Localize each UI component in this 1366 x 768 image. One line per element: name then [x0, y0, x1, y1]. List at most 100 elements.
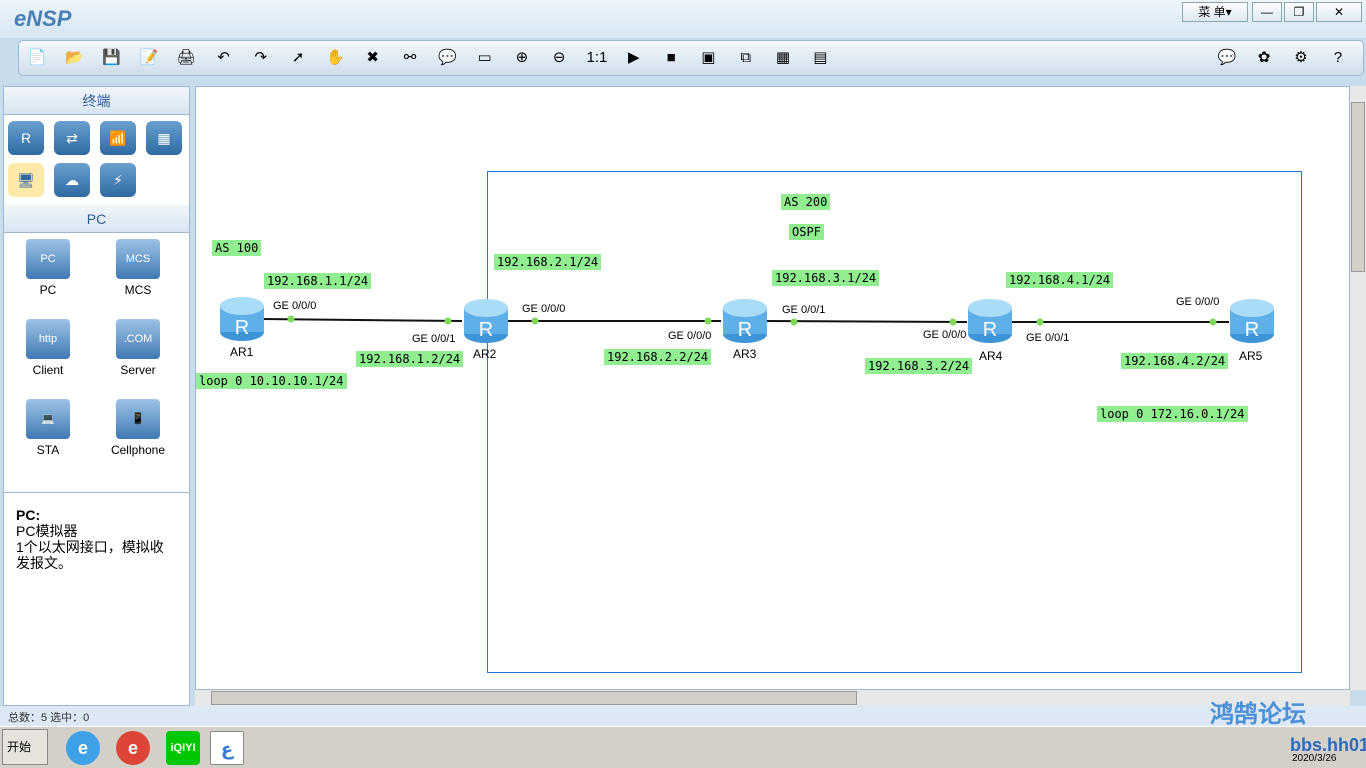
- device-label: STA: [36, 443, 60, 457]
- annotation-label[interactable]: loop 0 172.16.0.1/24: [1097, 406, 1248, 422]
- settings-gear-icon[interactable]: ⚙: [1291, 48, 1311, 68]
- port-label: GE 0/0/0: [1176, 296, 1220, 308]
- device-pc[interactable]: PC PC: [8, 239, 88, 297]
- delete-link-icon[interactable]: ⚯: [400, 48, 420, 68]
- topology-canvas[interactable]: R AR1 R AR2 R AR3 R AR4 R AR5 AS 100 192.168.1.1/24…: [195, 86, 1350, 690]
- device-server[interactable]: .COM Server: [98, 319, 178, 377]
- router-ar5[interactable]: R: [1229, 298, 1275, 344]
- title-bar: eNSP 菜 单▾ — ❐ ✕: [0, 0, 1366, 38]
- annotation-label[interactable]: 192.168.1.1/24: [264, 273, 372, 289]
- router-label: AR3: [733, 347, 757, 361]
- annotation-label[interactable]: 192.168.2.2/24: [604, 349, 712, 365]
- switch-category-icon[interactable]: ⇄: [54, 121, 90, 155]
- taskbar: 开始 e e iQIYI ع bbs.hh010.com 2020/3/26: [0, 726, 1366, 768]
- annotation-label[interactable]: loop 0 10.10.10.1/24: [196, 373, 347, 389]
- svg-text:R: R: [1245, 319, 1259, 341]
- port-label: GE 0/0/1: [412, 333, 456, 345]
- topology-icon[interactable]: ⧉: [736, 48, 756, 68]
- delete-icon[interactable]: ✖: [363, 48, 383, 68]
- ensp-taskbar-icon[interactable]: ع: [210, 731, 244, 765]
- router-ar3[interactable]: R: [722, 298, 768, 344]
- open-icon[interactable]: 📂: [64, 48, 84, 68]
- watermark-logo: 鸿鹄论坛: [1210, 701, 1306, 728]
- port-dot: [1209, 318, 1217, 326]
- zoom-out-icon[interactable]: ⊖: [549, 48, 569, 68]
- vertical-scrollbar[interactable]: [1350, 86, 1366, 690]
- annotation-label[interactable]: AS 200: [781, 194, 831, 210]
- help-icon[interactable]: ?: [1328, 48, 1348, 68]
- text-note-icon[interactable]: 💬: [437, 48, 457, 68]
- port-dot: [531, 317, 539, 325]
- annotation-label[interactable]: 192.168.2.1/24: [494, 254, 602, 270]
- capture-icon[interactable]: ▣: [698, 48, 718, 68]
- chat-icon[interactable]: 💬: [1217, 48, 1237, 68]
- status-bar: 总数：5 选中：0: [0, 706, 1366, 726]
- annotation-label[interactable]: OSPF: [789, 224, 824, 240]
- port-label: GE 0/0/0: [522, 303, 566, 315]
- chrome-icon[interactable]: e: [116, 731, 150, 765]
- router-category-icon[interactable]: R: [8, 121, 44, 155]
- firewall-category-icon[interactable]: ▦: [146, 121, 182, 155]
- port-dot: [287, 315, 295, 323]
- links-layer: [261, 171, 1302, 673]
- horizontal-scrollbar[interactable]: [195, 690, 1350, 706]
- device-icon: 📱: [116, 399, 160, 439]
- start-button[interactable]: 开始: [2, 729, 48, 765]
- device-icon: http: [26, 319, 70, 359]
- app-logo: eNSP: [14, 6, 72, 31]
- router-ar1[interactable]: R: [219, 296, 265, 342]
- menu-button[interactable]: 菜 单▾: [1182, 2, 1248, 22]
- save-as-icon[interactable]: 📝: [139, 48, 159, 68]
- link-category-icon[interactable]: ⚡: [100, 163, 136, 197]
- device-label: Server: [120, 363, 156, 377]
- new-topology-icon[interactable]: 📄: [27, 48, 47, 68]
- cloud-category-icon[interactable]: ☁: [54, 163, 90, 197]
- rectangle-icon[interactable]: ▭: [475, 48, 495, 68]
- device-icon: 💻: [26, 399, 70, 439]
- select-pointer-icon[interactable]: ➚: [288, 48, 308, 68]
- router-label: AR5: [1239, 349, 1263, 363]
- grid-icon[interactable]: ▦: [773, 48, 793, 68]
- annotation-label[interactable]: 192.168.3.2/24: [865, 358, 973, 374]
- as200-area-rect[interactable]: [487, 171, 1302, 673]
- device-icon: MCS: [116, 239, 160, 279]
- minimize-button[interactable]: —: [1252, 2, 1282, 22]
- undo-icon[interactable]: ↶: [214, 48, 234, 68]
- device-mcs[interactable]: MCS MCS: [98, 239, 178, 297]
- iqiyi-icon[interactable]: iQIYI: [166, 731, 200, 765]
- device-label: Cellphone: [110, 443, 166, 457]
- print-icon[interactable]: 🖨: [176, 48, 196, 68]
- terminal-category-icon[interactable]: 🖥: [8, 163, 44, 197]
- restore-button[interactable]: ❐: [1284, 2, 1314, 22]
- screenshot-icon[interactable]: ▤: [810, 48, 830, 68]
- router-label: AR4: [979, 349, 1003, 363]
- stop-device-icon[interactable]: ■: [661, 48, 681, 68]
- device-icon: PC: [26, 239, 70, 279]
- annotation-label[interactable]: 192.168.4.1/24: [1006, 272, 1114, 288]
- redo-icon[interactable]: ↷: [251, 48, 271, 68]
- wireless-category-icon[interactable]: 📶: [100, 121, 136, 155]
- fit-1to1-icon[interactable]: 1:1: [587, 48, 608, 68]
- device-cellphone[interactable]: 📱 Cellphone: [98, 399, 178, 457]
- port-label: GE 0/0/0: [923, 329, 967, 341]
- router-ar2[interactable]: R: [463, 298, 509, 344]
- zoom-in-icon[interactable]: ⊕: [512, 48, 532, 68]
- port-dot: [949, 318, 957, 326]
- router-icon: R: [968, 299, 1012, 343]
- device-sta[interactable]: 💻 STA: [8, 399, 88, 457]
- router-ar4[interactable]: R: [967, 298, 1013, 344]
- annotation-label[interactable]: 192.168.4.2/24: [1121, 353, 1229, 369]
- annotation-label[interactable]: 192.168.1.2/24: [356, 351, 464, 367]
- router-icon: R: [1230, 299, 1274, 343]
- save-icon[interactable]: 💾: [102, 48, 122, 68]
- start-device-icon[interactable]: ▶: [624, 48, 644, 68]
- close-button[interactable]: ✕: [1316, 2, 1362, 22]
- port-label: GE 0/0/1: [782, 304, 826, 316]
- ie-icon[interactable]: e: [66, 731, 100, 765]
- huawei-icon[interactable]: ✿: [1254, 48, 1274, 68]
- device-client[interactable]: http Client: [8, 319, 88, 377]
- svg-text:R: R: [479, 319, 493, 341]
- hand-pan-icon[interactable]: ✋: [325, 48, 345, 68]
- annotation-label[interactable]: 192.168.3.1/24: [772, 270, 880, 286]
- annotation-label[interactable]: AS 100: [212, 240, 262, 256]
